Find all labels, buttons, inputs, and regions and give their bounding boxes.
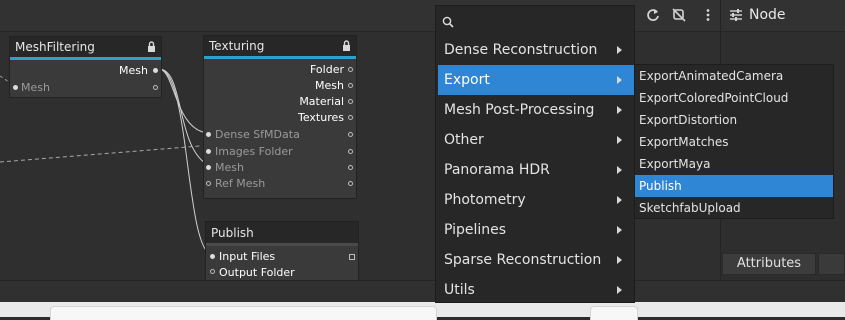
submenu-item-exportdistortion[interactable]: ExportDistortion: [635, 109, 833, 131]
menu-item-label: Dense Reconstruction: [444, 42, 598, 58]
menu-item-label: Other: [444, 132, 484, 148]
output-pin[interactable]: [348, 67, 353, 72]
taskbar-field[interactable]: [50, 306, 437, 320]
node-header[interactable]: MeshFiltering: [10, 37, 161, 60]
node-header[interactable]: Texturing: [204, 36, 356, 59]
node-meshfiltering[interactable]: MeshFiltering Mesh Mesh: [9, 36, 162, 98]
menu-item-pipelines[interactable]: Pipelines: [438, 215, 634, 245]
input-pin-right[interactable]: [348, 165, 353, 170]
tune-icon[interactable]: [729, 8, 743, 22]
search-icon[interactable]: [437, 7, 633, 33]
input-pin[interactable]: [206, 149, 211, 154]
output-attr-material: Material: [299, 95, 344, 108]
input-attr-images-folder: Images Folder: [215, 145, 293, 158]
lock-icon: [343, 40, 350, 51]
input-pin[interactable]: [13, 85, 18, 90]
output-pin[interactable]: [348, 83, 353, 88]
output-pin[interactable]: [349, 254, 355, 260]
input-pin[interactable]: [206, 165, 211, 170]
input-pin[interactable]: [206, 181, 211, 186]
tab-placeholder[interactable]: [818, 253, 845, 275]
menu-item-label: Photometry: [444, 192, 526, 208]
export-submenu: ExportAnimatedCamera ExportColoredPointC…: [634, 64, 834, 219]
output-pin[interactable]: [348, 99, 353, 104]
submenu-item-exportanimatedcamera[interactable]: ExportAnimatedCamera: [635, 65, 833, 87]
chevron-right-icon: [617, 136, 622, 144]
menu-item-label: Utils: [444, 282, 475, 298]
input-attr-ref-mesh: Ref Mesh: [215, 177, 266, 190]
menu-item-panorama-hdr[interactable]: Panorama HDR: [438, 155, 634, 185]
menu-item-label: Panorama HDR: [444, 162, 550, 178]
input-attr-output-folder: Output Folder: [219, 266, 295, 279]
output-pin[interactable]: [153, 85, 158, 90]
menu-item-photometry[interactable]: Photometry: [438, 185, 634, 215]
node-context-menu: Dense Reconstruction Export Mesh Post-Pr…: [435, 5, 635, 303]
menu-item-other[interactable]: Other: [438, 125, 634, 155]
submenu-item-publish[interactable]: Publish: [635, 175, 833, 197]
input-pin[interactable]: [210, 254, 215, 259]
output-pin[interactable]: [153, 68, 158, 73]
output-attr-textures: Textures: [298, 111, 344, 124]
input-pin[interactable]: [210, 269, 215, 274]
status-strip: [0, 280, 845, 303]
lock-icon: [148, 41, 155, 52]
submenu-item-exportmaya[interactable]: ExportMaya: [635, 153, 833, 175]
node-publish[interactable]: Publish Input Files Output Folder: [205, 221, 359, 280]
menu-item-label: Pipelines: [444, 222, 507, 238]
input-attr-dense-sfmdata: Dense SfMData: [215, 128, 300, 141]
chevron-right-icon: [617, 226, 622, 234]
node-title: MeshFiltering: [15, 40, 95, 54]
input-pin-right[interactable]: [348, 149, 353, 154]
input-pin[interactable]: [206, 132, 211, 137]
output-attr-mesh: Mesh: [315, 79, 344, 92]
taskbar: [0, 302, 845, 320]
input-attr-mesh: Mesh: [215, 161, 244, 174]
menu-item-label: Mesh Post-Processing: [444, 102, 595, 118]
node-title: Texturing: [209, 39, 265, 53]
menu-item-sparse-reconstruction[interactable]: Sparse Reconstruction: [438, 245, 634, 275]
menu-item-label: Export: [444, 72, 490, 88]
node-texturing[interactable]: Texturing Folder Mesh Material Textures …: [203, 35, 357, 199]
chevron-right-icon: [617, 106, 622, 114]
chevron-right-icon: [617, 286, 622, 294]
tab-attributes[interactable]: Attributes: [722, 253, 816, 275]
menu-item-export[interactable]: Export: [438, 65, 634, 95]
connection-wire: [0, 145, 201, 163]
menu-item-dense-reconstruction[interactable]: Dense Reconstruction: [438, 35, 634, 65]
disconnect-icon[interactable]: [672, 8, 686, 22]
chevron-right-icon: [617, 166, 622, 174]
chevron-right-icon: [617, 196, 622, 204]
submenu-item-exportcoloredpointcloud[interactable]: ExportColoredPointCloud: [635, 87, 833, 109]
refresh-icon[interactable]: [646, 8, 660, 22]
node-title: Publish: [211, 226, 254, 240]
inspector-title: Node: [749, 7, 786, 23]
chevron-right-icon: [617, 46, 622, 54]
submenu-item-exportmatches[interactable]: ExportMatches: [635, 131, 833, 153]
node-header[interactable]: Publish: [206, 222, 358, 246]
more-vert-icon[interactable]: [701, 8, 715, 22]
menu-item-mesh-post-processing[interactable]: Mesh Post-Processing: [438, 95, 634, 125]
menu-item-utils[interactable]: Utils: [438, 275, 634, 305]
input-attr-input-files: Input Files: [219, 250, 276, 263]
menu-item-label: Sparse Reconstruction: [444, 252, 602, 268]
output-attr-mesh: Mesh: [119, 64, 148, 77]
output-attr-folder: Folder: [310, 63, 344, 76]
output-pin[interactable]: [348, 115, 353, 120]
taskbar-box[interactable]: [590, 306, 638, 320]
input-pin-right[interactable]: [348, 181, 353, 186]
chevron-right-icon: [617, 76, 622, 84]
chevron-right-icon: [617, 256, 622, 264]
submenu-item-sketchfabupload[interactable]: SketchfabUpload: [635, 197, 833, 219]
input-pin-right[interactable]: [348, 132, 353, 137]
input-attr-mesh: Mesh: [21, 81, 50, 94]
